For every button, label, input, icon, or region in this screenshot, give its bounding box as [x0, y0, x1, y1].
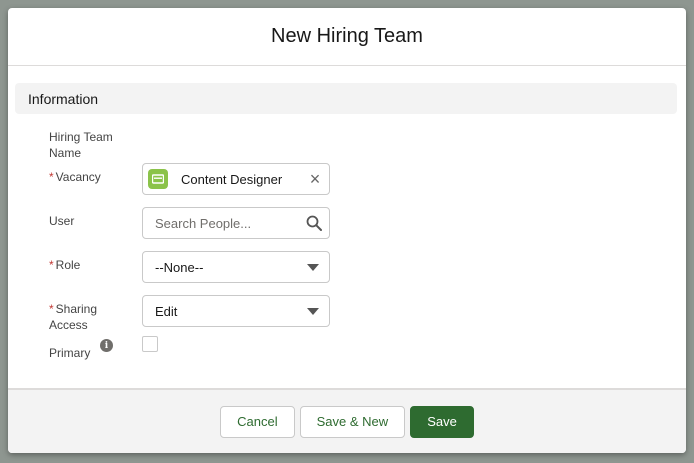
role-select[interactable]: --None-- — [142, 251, 330, 283]
primary-label: Primary — [49, 346, 91, 360]
search-icon[interactable] — [299, 215, 329, 231]
cancel-button[interactable]: Cancel — [220, 405, 295, 438]
chevron-down-icon — [307, 263, 319, 271]
modal-title: New Hiring Team — [271, 25, 423, 47]
required-mark: * — [49, 258, 54, 272]
user-label: User — [49, 214, 75, 228]
primary-checkbox[interactable] — [142, 336, 158, 352]
vacancy-label: * Vacancy — [49, 170, 101, 184]
save-and-new-button[interactable]: Save & New — [299, 405, 406, 438]
info-icon[interactable]: i — [100, 339, 113, 352]
sharing-access-label: * Sharing Access — [49, 302, 98, 332]
sharing-access-select[interactable]: Edit — [142, 295, 330, 327]
job-icon — [148, 169, 168, 189]
modal-header: New Hiring Team — [8, 8, 686, 66]
sharing-access-value: Edit — [155, 303, 178, 319]
required-mark: * — [49, 170, 54, 184]
role-label: * Role — [49, 258, 81, 272]
chevron-down-icon — [307, 307, 319, 315]
user-search-placeholder: Search People... — [155, 215, 252, 231]
hiring-team-name-label: Hiring Team Name — [49, 130, 113, 160]
role-value: --None-- — [155, 259, 204, 275]
required-mark: * — [49, 302, 54, 316]
new-hiring-team-modal: New Hiring Team Information Hiring Team … — [8, 8, 686, 453]
modal-footer: Cancel Save & New Save — [8, 388, 686, 453]
section-information[interactable]: Information — [15, 83, 677, 114]
section-title: Information — [28, 90, 99, 107]
vacancy-value: Content Designer — [181, 171, 283, 187]
vacancy-lookup[interactable]: Content Designer × — [142, 163, 330, 195]
user-search-input[interactable]: Search People... — [142, 207, 330, 239]
clear-selection-icon[interactable]: × — [301, 169, 329, 190]
save-button[interactable]: Save — [410, 405, 474, 438]
